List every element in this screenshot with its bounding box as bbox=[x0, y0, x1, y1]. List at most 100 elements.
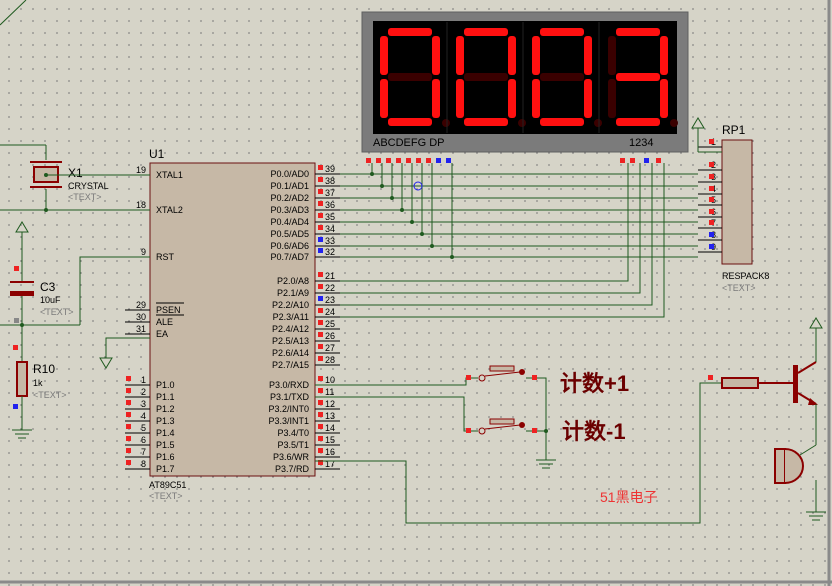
x1-crystal[interactable]: X1 CRYSTAL <TEXT> bbox=[0, 144, 109, 210]
pin-name: P2.7/A15 bbox=[272, 360, 309, 370]
pin-number: 13 bbox=[325, 411, 335, 421]
decimal-point bbox=[670, 119, 678, 127]
segment bbox=[508, 36, 516, 75]
pin-name: P3.6/WR bbox=[273, 452, 310, 462]
rp1-resistor-pack[interactable]: RP1 RESPACK8 <TEXT> 123456789 bbox=[691, 117, 769, 293]
pin-marker bbox=[318, 436, 323, 441]
pin-marker bbox=[126, 436, 131, 441]
pin-marker bbox=[318, 320, 323, 325]
display-pin bbox=[406, 158, 411, 163]
segment bbox=[464, 73, 508, 81]
pin-marker bbox=[318, 213, 323, 218]
pin-name: P1.6 bbox=[156, 452, 175, 462]
pin-marker bbox=[318, 308, 323, 313]
pin-marker bbox=[126, 412, 131, 417]
segment bbox=[540, 73, 584, 81]
rp1-part: RESPACK8 bbox=[722, 271, 769, 281]
segment bbox=[660, 36, 668, 75]
rp1-pins: 123456789 bbox=[698, 137, 722, 253]
pin-number: 10 bbox=[325, 375, 335, 385]
pin-number: 30 bbox=[136, 312, 146, 322]
pin-name: P3.0/RXD bbox=[269, 380, 310, 390]
segment bbox=[540, 118, 584, 126]
count-minus-button[interactable]: 计数-1 bbox=[315, 396, 626, 444]
segment bbox=[532, 36, 540, 75]
pin-name: P3.3/INT1 bbox=[268, 416, 309, 426]
pin-marker bbox=[318, 165, 323, 170]
c3-ref: C3 bbox=[40, 280, 56, 294]
pin-marker bbox=[318, 296, 323, 301]
pin-number: 8 bbox=[141, 459, 146, 469]
pin-marker bbox=[126, 460, 131, 465]
pin-number: 7 bbox=[141, 447, 146, 457]
display-pin bbox=[416, 158, 421, 163]
pin-name: P3.4/T0 bbox=[277, 428, 309, 438]
segment bbox=[456, 79, 464, 118]
pin-marker bbox=[709, 197, 714, 202]
bus-wires bbox=[340, 163, 698, 318]
pin-number: 38 bbox=[325, 176, 335, 186]
pin-name: P2.3/A11 bbox=[273, 312, 309, 322]
u1-ref: U1 bbox=[149, 147, 165, 161]
segment bbox=[380, 79, 388, 118]
pin-name: P0.4/AD4 bbox=[270, 217, 309, 227]
c3-value: 10uF bbox=[40, 295, 61, 305]
u1-microcontroller[interactable]: U1 AT89C51 <TEXT> 19 XTAL118 XTAL29 RST29 PS… bbox=[125, 147, 340, 501]
r10-resistor[interactable]: R10 1k <TEXT> bbox=[12, 325, 67, 439]
pin-name: EA bbox=[156, 329, 168, 339]
pin-name: P1.4 bbox=[156, 428, 175, 438]
pin-marker bbox=[126, 400, 131, 405]
c3-capacitor[interactable]: C3 10uF <TEXT> bbox=[10, 221, 74, 325]
segment bbox=[388, 73, 432, 81]
pin-number: 21 bbox=[325, 271, 335, 281]
display-pin bbox=[644, 158, 649, 163]
count-minus-label: 计数-1 bbox=[562, 419, 626, 444]
seven-segment-display[interactable]: ABCDEFG DP 1234 bbox=[361, 11, 689, 153]
display-pin bbox=[436, 158, 441, 163]
pin-name: P3.7/RD bbox=[275, 464, 310, 474]
decimal-point bbox=[594, 119, 602, 127]
pin-name: P0.7/AD7 bbox=[270, 252, 309, 262]
pin-number: 24 bbox=[325, 307, 335, 317]
segment bbox=[608, 36, 616, 75]
pin-marker bbox=[318, 189, 323, 194]
pin-name: P1.2 bbox=[156, 404, 175, 414]
pin-number: 5 bbox=[141, 423, 146, 433]
segment bbox=[464, 118, 508, 126]
r10-ref: R10 bbox=[33, 362, 55, 376]
power-arrow-icon bbox=[809, 317, 823, 329]
pin-name: P2.2/A10 bbox=[272, 300, 309, 310]
segment bbox=[616, 73, 660, 81]
display-pin bbox=[396, 158, 401, 163]
pin-name: P1.5 bbox=[156, 440, 175, 450]
segment bbox=[388, 118, 432, 126]
schematic-canvas[interactable]: ABCDEFG DP 1234 U1 AT89C51 <TEXT> 19 XTAL… bbox=[0, 0, 832, 586]
buzzer-driver[interactable] bbox=[721, 317, 826, 521]
pin-marker bbox=[318, 376, 323, 381]
pin-marker bbox=[318, 225, 323, 230]
segment bbox=[432, 79, 440, 118]
pin-number: 29 bbox=[136, 300, 146, 310]
pin-marker bbox=[709, 232, 714, 237]
x1-ref: X1 bbox=[68, 166, 83, 180]
pin-number: 27 bbox=[325, 343, 335, 353]
count-plus-button[interactable]: 计数+1 bbox=[315, 365, 629, 460]
pin-marker bbox=[709, 139, 714, 144]
pin-marker bbox=[318, 344, 323, 349]
pin-name: P2.4/A12 bbox=[272, 324, 309, 334]
segment bbox=[540, 28, 584, 36]
display-pin bbox=[620, 158, 625, 163]
pin-number: 18 bbox=[136, 200, 146, 210]
display-pin bbox=[446, 158, 451, 163]
pin-number: 1 bbox=[141, 375, 146, 385]
buzzer-icon bbox=[774, 448, 786, 484]
pin-marker bbox=[709, 162, 714, 167]
pin-marker bbox=[318, 412, 323, 417]
pin-number: 34 bbox=[325, 224, 335, 234]
pin-name: P2.0/A8 bbox=[277, 276, 309, 286]
pin-number: 11 bbox=[325, 387, 334, 397]
ground-icon bbox=[99, 357, 113, 369]
power-arrow-icon bbox=[691, 117, 705, 129]
segment bbox=[616, 118, 660, 126]
rp1-text: <TEXT> bbox=[722, 283, 756, 293]
